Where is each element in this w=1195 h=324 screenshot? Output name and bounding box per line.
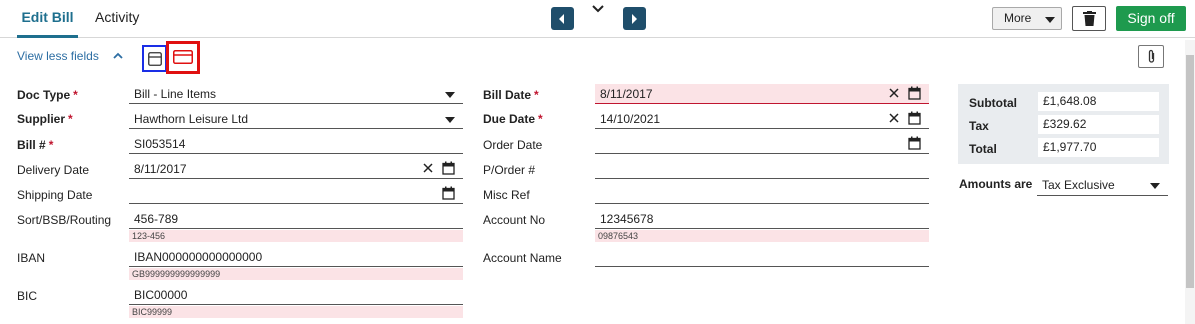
supplier-select[interactable]: Hawthorn Leisure Ltd	[129, 109, 463, 129]
chevron-down-icon[interactable]	[590, 2, 606, 16]
bic-value: BIC00000	[134, 288, 188, 302]
due-date-input[interactable]: 14/10/2021	[595, 109, 929, 129]
bic-hint: BIC99999	[129, 306, 463, 318]
doc-type-value: Bill - Line Items	[134, 87, 217, 101]
calendar-icon[interactable]	[442, 161, 455, 175]
calendar-icon[interactable]	[442, 186, 455, 200]
clear-icon[interactable]	[888, 112, 900, 124]
misc-ref-label: Misc Ref	[483, 188, 530, 202]
more-label: More	[1004, 11, 1032, 25]
iban-value: IBAN000000000000000	[134, 250, 263, 264]
layout-compact-icon	[148, 52, 162, 66]
account-name-input[interactable]	[595, 247, 929, 267]
account-no-hint: 09876543	[595, 230, 929, 242]
tax-value: £329.62	[1038, 115, 1159, 134]
sort-code-value: 456-789	[134, 212, 179, 226]
trash-icon	[1083, 11, 1096, 26]
calendar-icon[interactable]	[908, 111, 921, 125]
iban-hint: GB999999999999999	[129, 268, 463, 280]
view-less-fields-link[interactable]: View less fields	[17, 49, 99, 63]
bill-date-input[interactable]: 8/11/2017	[595, 84, 929, 104]
bic-label: BIC	[17, 289, 38, 303]
account-name-label: Account Name	[483, 251, 562, 265]
dropdown-arrow-icon	[445, 117, 455, 123]
sort-code-label: Sort/BSB/Routing	[17, 213, 112, 227]
attach-button[interactable]	[1138, 45, 1164, 68]
sign-off-button[interactable]: Sign off	[1116, 6, 1186, 31]
account-no-value: 12345678	[600, 212, 654, 226]
clear-icon[interactable]	[888, 87, 900, 99]
subtotal-label: Subtotal	[969, 96, 1017, 110]
bill-date-label: Bill Date *	[483, 88, 539, 102]
dropdown-arrow-icon	[445, 92, 455, 98]
amounts-are-select[interactable]: Tax Exclusive	[1037, 176, 1168, 196]
layout-expanded-icon	[173, 50, 193, 64]
account-no-label: Account No	[483, 213, 546, 227]
misc-ref-input[interactable]	[595, 184, 929, 204]
calendar-icon[interactable]	[908, 86, 921, 100]
bic-input[interactable]: BIC00000	[129, 285, 463, 305]
bill-date-value: 8/11/2017	[600, 87, 653, 101]
bill-number-value: SI053514	[134, 137, 186, 151]
chevron-left-icon	[559, 14, 564, 24]
order-date-label: Order Date	[483, 138, 543, 152]
chevron-right-icon	[632, 14, 637, 24]
layout-expanded-button[interactable]	[166, 41, 200, 74]
shipping-date-label: Shipping Date	[17, 188, 93, 202]
layout-compact-button[interactable]	[142, 45, 167, 72]
dropdown-arrow-icon	[1045, 17, 1055, 23]
total-value: £1,977.70	[1038, 138, 1159, 157]
tax-label: Tax	[969, 119, 989, 133]
delivery-date-value: 8/11/2017	[134, 162, 187, 176]
account-no-input[interactable]: 12345678	[595, 209, 929, 229]
chevron-up-icon[interactable]	[112, 50, 124, 62]
delivery-date-label: Delivery Date	[17, 163, 90, 177]
amounts-are-label: Amounts are	[959, 177, 1033, 191]
po-number-label: P/Order #	[483, 163, 536, 177]
doc-type-select[interactable]: Bill - Line Items	[129, 84, 463, 104]
more-button[interactable]: More	[992, 7, 1062, 30]
po-number-input[interactable]	[595, 159, 929, 179]
sort-code-hint: 123-456	[129, 230, 463, 242]
iban-label: IBAN	[17, 251, 46, 265]
next-button[interactable]	[623, 7, 646, 30]
previous-button[interactable]	[551, 7, 574, 30]
paperclip-icon	[1148, 49, 1155, 63]
bill-number-input[interactable]: SI053514	[129, 134, 463, 154]
shipping-date-input[interactable]	[129, 184, 463, 204]
sort-code-input[interactable]: 456-789	[129, 209, 463, 229]
delivery-date-input[interactable]: 8/11/2017	[129, 159, 463, 179]
due-date-value: 14/10/2021	[600, 112, 661, 126]
tab-activity[interactable]: Activity	[95, 0, 139, 38]
supplier-label: Supplier *	[17, 112, 73, 126]
totals-panel: Subtotal £1,648.08 Tax £329.62 Total £1,…	[958, 84, 1169, 164]
scrollbar-thumb[interactable]	[1186, 55, 1194, 288]
clear-icon[interactable]	[422, 162, 434, 174]
amounts-are-value: Tax Exclusive	[1042, 178, 1115, 192]
iban-input[interactable]: IBAN000000000000000	[129, 247, 463, 267]
doc-type-label: Doc Type *	[17, 88, 78, 102]
header-bar: Edit Bill Activity More Sign off	[0, 0, 1195, 38]
tab-edit-bill[interactable]: Edit Bill	[17, 0, 78, 38]
order-date-input[interactable]	[595, 134, 929, 154]
due-date-label: Due Date *	[483, 112, 543, 126]
subtotal-value: £1,648.08	[1038, 92, 1159, 111]
dropdown-arrow-icon	[1150, 183, 1160, 189]
bill-number-label: Bill # *	[17, 138, 54, 152]
calendar-icon[interactable]	[908, 136, 921, 150]
total-label: Total	[969, 142, 997, 156]
delete-button[interactable]	[1072, 6, 1106, 31]
supplier-value: Hawthorn Leisure Ltd	[134, 112, 249, 126]
